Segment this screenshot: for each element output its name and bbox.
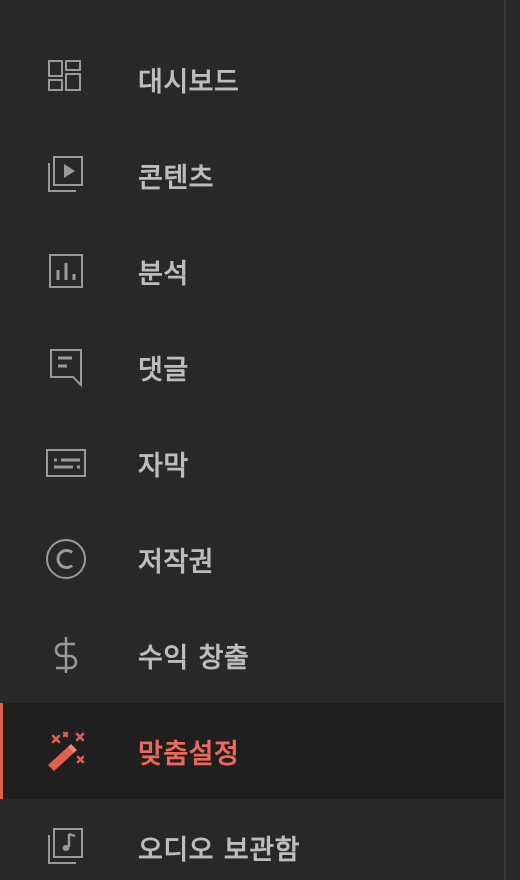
sidebar-item-content[interactable]: 콘텐츠	[0, 127, 504, 223]
sidebar-item-subtitles[interactable]: 자막	[0, 415, 504, 511]
sidebar-item-comments[interactable]: 댓글	[0, 319, 504, 415]
sidebar-item-monetization[interactable]: 수익 창출	[0, 607, 504, 703]
sidebar-item-label: 자막	[138, 450, 189, 482]
sidebar-item-label: 대시보드	[138, 66, 240, 98]
sidebar-item-customization[interactable]: 맞춤설정	[0, 703, 504, 799]
sidebar-nav: 대시보드 콘텐츠 분석 댓글 자막 저작권 수익 창출 맞춤설정 오디오 보관함	[0, 31, 504, 880]
sidebar-item-copyright[interactable]: 저작권	[0, 511, 504, 607]
copyright-icon	[44, 537, 88, 581]
audio-library-icon	[44, 825, 88, 869]
customization-icon	[44, 729, 88, 773]
sidebar-item-label: 수익 창출	[138, 642, 250, 674]
sidebar-item-label: 저작권	[138, 546, 215, 578]
sidebar-item-label: 오디오 보관함	[138, 834, 300, 866]
dashboard-icon	[44, 57, 88, 101]
comments-icon	[44, 345, 88, 389]
sidebar-item-label: 맞춤설정	[138, 738, 240, 770]
sidebar-item-label: 분석	[138, 258, 189, 290]
content-edge	[506, 0, 520, 880]
monetization-icon	[44, 633, 88, 677]
subtitles-icon	[44, 441, 88, 485]
studio-sidebar: 대시보드 콘텐츠 분석 댓글 자막 저작권 수익 창출 맞춤설정 오디오 보관함	[0, 0, 504, 880]
analytics-icon	[44, 249, 88, 293]
sidebar-item-audio-library[interactable]: 오디오 보관함	[0, 799, 504, 880]
sidebar-item-dashboard[interactable]: 대시보드	[0, 31, 504, 127]
sidebar-item-analytics[interactable]: 분석	[0, 223, 504, 319]
sidebar-item-label: 댓글	[138, 354, 189, 386]
sidebar-item-label: 콘텐츠	[138, 162, 215, 194]
content-icon	[44, 153, 88, 197]
